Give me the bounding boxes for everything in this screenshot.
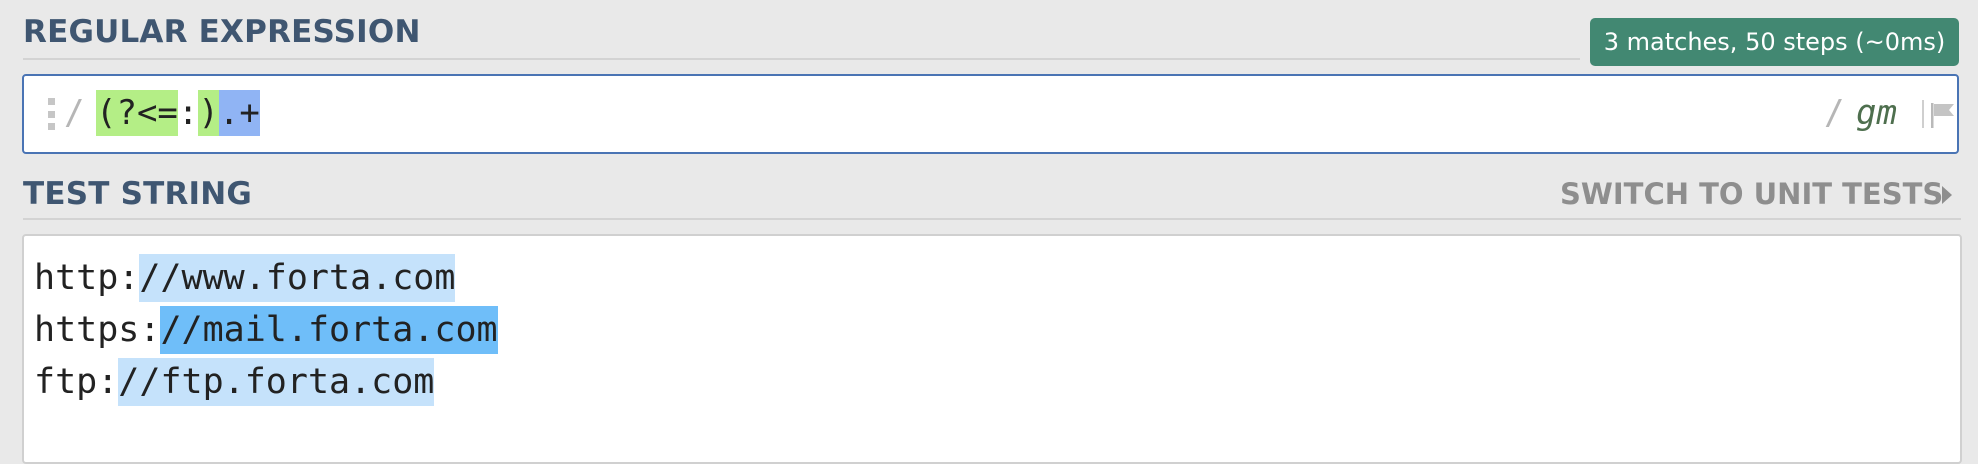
line-prefix: https: (34, 310, 161, 350)
flag-divider (1922, 100, 1924, 128)
test-string-title: TEST STRING (23, 176, 253, 212)
test-string-editor[interactable]: http://www.forta.com https://mail.forta.… (22, 234, 1962, 464)
regex-token-dot-plus: .+ (218, 90, 260, 136)
match-highlight: //ftp.forta.com (118, 358, 435, 406)
test-line: ftp://ftp.forta.com (34, 358, 498, 410)
regex-pattern[interactable]: (?<= : ) .+ (96, 90, 260, 136)
match-highlight: //www.forta.com (139, 254, 456, 302)
test-line: https://mail.forta.com (34, 306, 498, 358)
test-line: http://www.forta.com (34, 254, 498, 306)
regex-flags[interactable]: gm (1856, 92, 1897, 134)
divider (23, 218, 1961, 220)
switch-to-unit-tests-link[interactable]: SWITCH TO UNIT TESTS (1560, 176, 1950, 212)
regex-token-colon: : (177, 93, 199, 133)
chevron-right-icon[interactable] (1942, 186, 1952, 204)
regex-close-delimiter: / (1824, 93, 1845, 133)
divider (23, 58, 1580, 60)
match-highlight-active: //mail.forta.com (160, 306, 498, 354)
regex-section-title: REGULAR EXPRESSION (23, 14, 421, 50)
line-prefix: http: (34, 258, 140, 298)
switch-link-label: SWITCH TO UNIT TESTS (1560, 177, 1944, 211)
match-info-badge: 3 matches, 50 steps (~0ms) (1590, 18, 1959, 66)
regex-token-lookbehind-open: (?<= (96, 90, 178, 136)
regex-token-group-close: ) (198, 90, 219, 136)
regex-input[interactable]: / (?<= : ) .+ / gm (22, 74, 1959, 154)
drag-handle-icon[interactable] (48, 98, 56, 130)
line-prefix: ftp: (34, 362, 119, 402)
flag-icon[interactable] (1928, 100, 1958, 130)
regex-open-delimiter: / (64, 93, 85, 133)
